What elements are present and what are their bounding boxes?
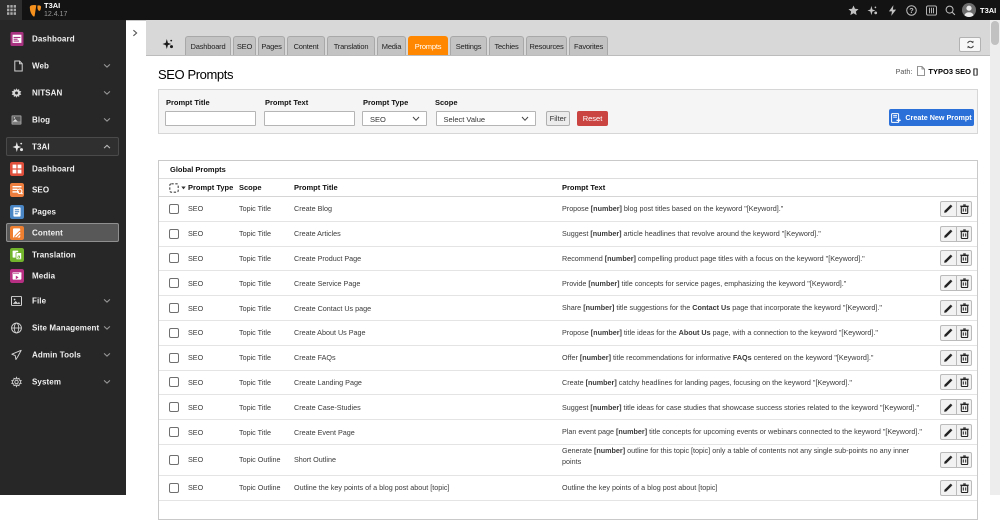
svg-text:?: ? <box>909 6 914 15</box>
